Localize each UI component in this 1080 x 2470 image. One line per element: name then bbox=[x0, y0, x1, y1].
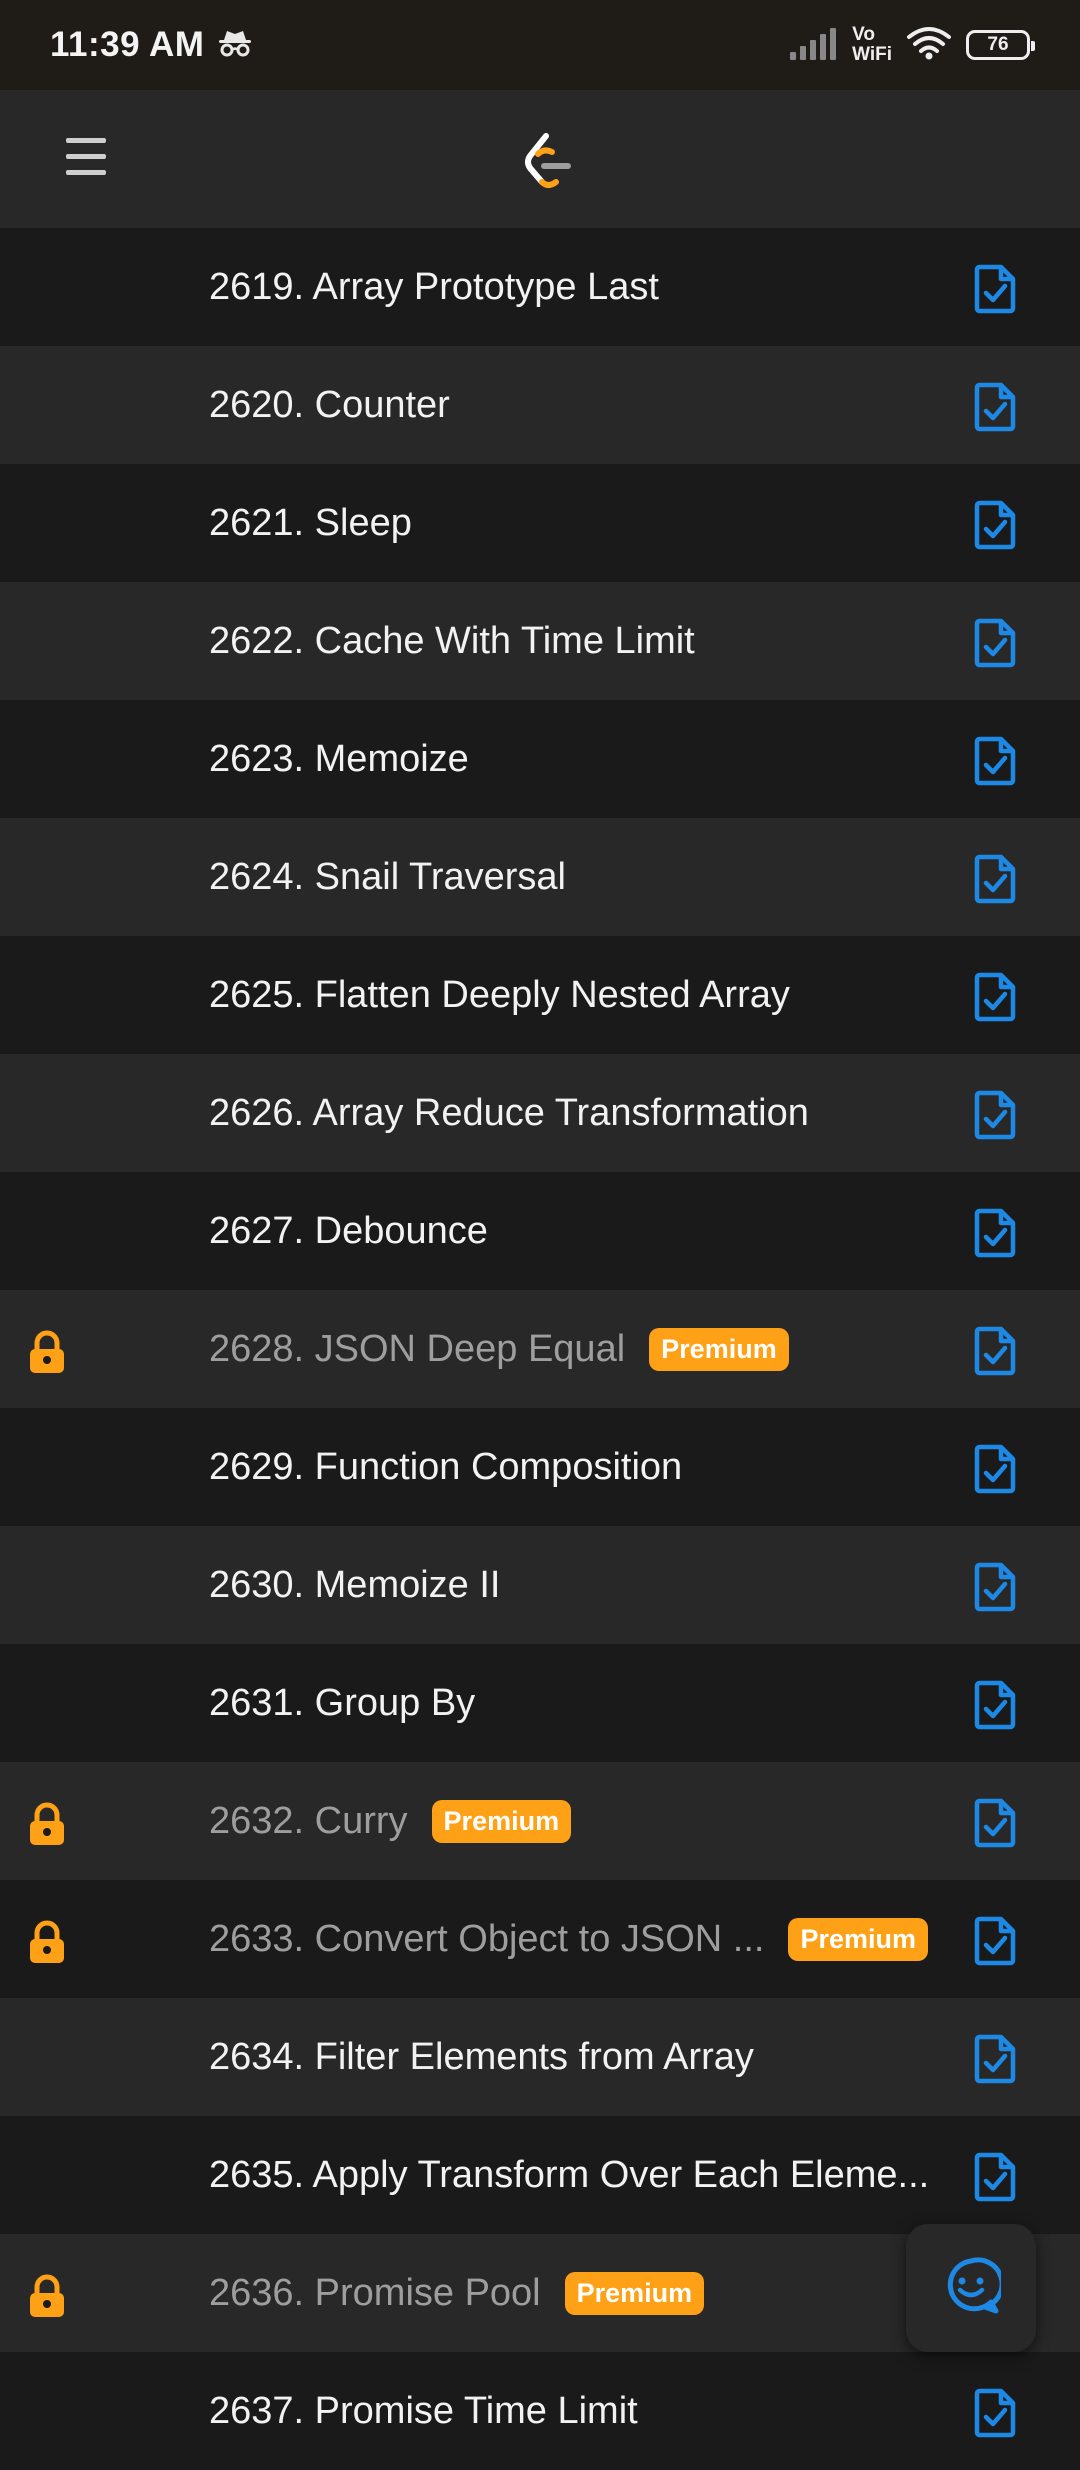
solved-document-check-icon[interactable] bbox=[974, 1208, 1016, 1258]
problem-row[interactable]: 2622. Cache With Time Limit bbox=[0, 582, 1080, 700]
problem-title[interactable]: 2620. Counter bbox=[209, 384, 450, 427]
lock-icon bbox=[26, 1330, 68, 1374]
problem-row[interactable]: 2624. Snail Traversal bbox=[0, 818, 1080, 936]
solved-document-check-icon[interactable] bbox=[974, 2152, 1016, 2202]
premium-badge: Premium bbox=[788, 1917, 929, 1961]
problem-row[interactable]: 2629. Function Composition bbox=[0, 1408, 1080, 1526]
problem-title-wrap: 2619. Array Prototype Last bbox=[209, 228, 659, 346]
solved-document-check-icon[interactable] bbox=[974, 972, 1016, 1022]
problem-title[interactable]: 2627. Debounce bbox=[209, 1210, 488, 1253]
solved-document-check-icon[interactable] bbox=[974, 264, 1016, 314]
solved-document-check-icon[interactable] bbox=[974, 1090, 1016, 1140]
status-time: 11:39 AM bbox=[50, 25, 205, 64]
problem-title-wrap: 2623. Memoize bbox=[209, 700, 469, 818]
wifi-icon bbox=[906, 26, 952, 65]
problem-row[interactable]: 2635. Apply Transform Over Each Eleme... bbox=[0, 2116, 1080, 2234]
chat-smiley-icon bbox=[941, 2256, 1005, 2321]
premium-badge: Premium bbox=[564, 2271, 705, 2315]
problem-list: 2619. Array Prototype Last 2620. Counter 2… bbox=[0, 228, 1080, 2470]
problem-row[interactable]: 2630. Memoize II bbox=[0, 1526, 1080, 1644]
problem-title-wrap: 2624. Snail Traversal bbox=[209, 818, 566, 936]
lock-icon bbox=[26, 1802, 68, 1846]
status-bar: 11:39 AM Vo WiFi 76 bbox=[0, 0, 1080, 90]
problem-title[interactable]: 2626. Array Reduce Transformation bbox=[209, 1092, 809, 1135]
problem-title[interactable]: 2622. Cache With Time Limit bbox=[209, 620, 695, 663]
problem-row[interactable]: 2632. Curry Premium bbox=[0, 1762, 1080, 1880]
problem-title[interactable]: 2637. Promise Time Limit bbox=[209, 2390, 638, 2433]
problem-title[interactable]: 2630. Memoize II bbox=[209, 1564, 500, 1607]
solved-document-check-icon[interactable] bbox=[974, 1562, 1016, 1612]
problem-title-wrap: 2627. Debounce bbox=[209, 1172, 488, 1290]
problem-row[interactable]: 2631. Group By bbox=[0, 1644, 1080, 1762]
problem-title[interactable]: 2636. Promise Pool bbox=[209, 2272, 541, 2315]
problem-title-wrap: 2632. Curry Premium bbox=[209, 1762, 572, 1880]
problem-title[interactable]: 2621. Sleep bbox=[209, 502, 412, 545]
status-left: 11:39 AM bbox=[50, 25, 254, 65]
problem-title-wrap: 2620. Counter bbox=[209, 346, 450, 464]
problem-title[interactable]: 2633. Convert Object to JSON ... bbox=[209, 1918, 764, 1961]
problem-title[interactable]: 2623. Memoize bbox=[209, 738, 469, 781]
problem-title-wrap: 2626. Array Reduce Transformation bbox=[209, 1054, 809, 1172]
problem-row[interactable]: 2619. Array Prototype Last bbox=[0, 228, 1080, 346]
problem-row[interactable]: 2626. Array Reduce Transformation bbox=[0, 1054, 1080, 1172]
problem-title-wrap: 2629. Function Composition bbox=[209, 1408, 682, 1526]
problem-row[interactable]: 2637. Promise Time Limit bbox=[0, 2352, 1080, 2470]
solved-document-check-icon[interactable] bbox=[974, 854, 1016, 904]
lock-icon bbox=[26, 1920, 68, 1964]
status-right: Vo WiFi 76 bbox=[788, 25, 1035, 65]
vowifi-indicator: Vo WiFi bbox=[852, 25, 892, 65]
problem-title[interactable]: 2632. Curry bbox=[209, 1800, 408, 1843]
problem-title-wrap: 2633. Convert Object to JSON ... Premium bbox=[209, 1880, 929, 1998]
problem-title-wrap: 2637. Promise Time Limit bbox=[209, 2352, 638, 2470]
problem-title[interactable]: 2625. Flatten Deeply Nested Array bbox=[209, 974, 790, 1017]
problem-title-wrap: 2622. Cache With Time Limit bbox=[209, 582, 695, 700]
premium-badge: Premium bbox=[431, 1799, 572, 1843]
lock-icon bbox=[26, 2274, 68, 2318]
problem-title[interactable]: 2635. Apply Transform Over Each Eleme... bbox=[209, 2154, 929, 2197]
problem-title[interactable]: 2619. Array Prototype Last bbox=[209, 266, 659, 309]
solved-document-check-icon[interactable] bbox=[974, 500, 1016, 550]
problem-title-wrap: 2631. Group By bbox=[209, 1644, 475, 1762]
problem-title[interactable]: 2628. JSON Deep Equal bbox=[209, 1328, 625, 1371]
solved-document-check-icon[interactable] bbox=[974, 1444, 1016, 1494]
signal-icon bbox=[788, 26, 838, 65]
problem-title-wrap: 2630. Memoize II bbox=[209, 1526, 500, 1644]
solved-document-check-icon[interactable] bbox=[974, 736, 1016, 786]
problem-title-wrap: 2621. Sleep bbox=[209, 464, 412, 582]
hamburger-menu-icon[interactable] bbox=[66, 138, 106, 178]
incognito-icon bbox=[216, 28, 254, 63]
problem-title-wrap: 2635. Apply Transform Over Each Eleme... bbox=[209, 2116, 929, 2234]
problem-title-wrap: 2628. JSON Deep Equal Premium bbox=[209, 1290, 789, 1408]
problem-title[interactable]: 2634. Filter Elements from Array bbox=[209, 2036, 754, 2079]
solved-document-check-icon[interactable] bbox=[974, 1326, 1016, 1376]
chat-fab-button[interactable] bbox=[906, 2224, 1036, 2352]
problem-row[interactable]: 2628. JSON Deep Equal Premium bbox=[0, 1290, 1080, 1408]
problem-row[interactable]: 2625. Flatten Deeply Nested Array bbox=[0, 936, 1080, 1054]
problem-row[interactable]: 2627. Debounce bbox=[0, 1172, 1080, 1290]
solved-document-check-icon[interactable] bbox=[974, 1798, 1016, 1848]
problem-row[interactable]: 2633. Convert Object to JSON ... Premium bbox=[0, 1880, 1080, 1998]
problem-title-wrap: 2634. Filter Elements from Array bbox=[209, 1998, 754, 2116]
problem-row[interactable]: 2634. Filter Elements from Array bbox=[0, 1998, 1080, 2116]
solved-document-check-icon[interactable] bbox=[974, 618, 1016, 668]
solved-document-check-icon[interactable] bbox=[974, 2034, 1016, 2084]
problem-row[interactable]: 2623. Memoize bbox=[0, 700, 1080, 818]
problem-title[interactable]: 2624. Snail Traversal bbox=[209, 856, 566, 899]
problem-title[interactable]: 2631. Group By bbox=[209, 1682, 475, 1725]
solved-document-check-icon[interactable] bbox=[974, 382, 1016, 432]
problem-row[interactable]: 2621. Sleep bbox=[0, 464, 1080, 582]
premium-badge: Premium bbox=[649, 1327, 789, 1371]
vowifi-bottom: WiFi bbox=[852, 44, 892, 65]
problem-row[interactable]: 2620. Counter bbox=[0, 346, 1080, 464]
vowifi-top: Vo bbox=[852, 24, 875, 45]
solved-document-check-icon[interactable] bbox=[974, 1916, 1016, 1966]
solved-document-check-icon[interactable] bbox=[974, 2388, 1016, 2438]
leetcode-logo-icon[interactable] bbox=[516, 128, 580, 192]
problem-title-wrap: 2625. Flatten Deeply Nested Array bbox=[209, 936, 790, 1054]
app-header bbox=[0, 90, 1080, 228]
solved-document-check-icon[interactable] bbox=[974, 1680, 1016, 1730]
problem-title-wrap: 2636. Promise Pool Premium bbox=[209, 2234, 705, 2352]
problem-title[interactable]: 2629. Function Composition bbox=[209, 1446, 682, 1489]
battery-indicator: 76 bbox=[966, 30, 1035, 60]
